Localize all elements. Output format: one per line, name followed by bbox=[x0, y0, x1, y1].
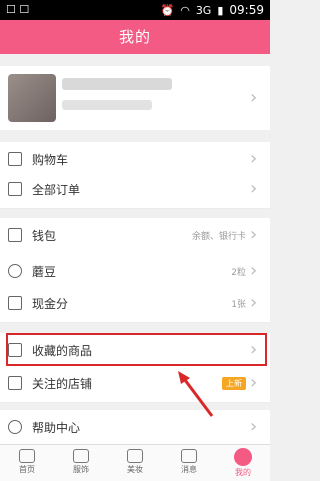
notification-icons: ☐ ☐ bbox=[6, 3, 30, 16]
user-icon bbox=[234, 448, 252, 466]
coupon-icon bbox=[8, 296, 22, 310]
menu-label: 钱包 bbox=[32, 229, 57, 243]
username-blurred bbox=[62, 78, 172, 90]
menu-label: 帮助中心 bbox=[32, 421, 81, 435]
chevron-right-icon: › bbox=[250, 372, 258, 393]
tab-label: 消息 bbox=[181, 465, 197, 474]
menu-label: 现金分 bbox=[32, 297, 69, 311]
chevron-right-icon: › bbox=[250, 178, 258, 199]
bottom-tab-bar: 首页 服饰 美妆 消息 我的 bbox=[0, 444, 270, 481]
menu-item-help[interactable]: 帮助中心 › bbox=[0, 410, 270, 447]
avatar[interactable] bbox=[8, 74, 56, 122]
tab-clothing[interactable]: 服饰 bbox=[54, 445, 108, 481]
tab-beauty[interactable]: 美妆 bbox=[108, 445, 162, 481]
bean-icon bbox=[8, 264, 22, 278]
tab-label: 我的 bbox=[235, 468, 251, 477]
chevron-right-icon: › bbox=[250, 416, 258, 437]
home-icon bbox=[19, 449, 35, 463]
menu-label: 全部订单 bbox=[32, 183, 81, 197]
menu-label: 蘑豆 bbox=[32, 265, 57, 279]
pointer-arrow-icon bbox=[178, 371, 214, 417]
new-badge: 上新 bbox=[222, 377, 246, 390]
chevron-right-icon: › bbox=[250, 148, 258, 169]
message-icon bbox=[181, 449, 197, 463]
status-bar: ☐ ☐ ⏰ ◠ 3G ▮ 09:59 bbox=[0, 0, 270, 20]
highlight-box bbox=[6, 333, 267, 366]
tab-messages[interactable]: 消息 bbox=[162, 445, 216, 481]
menu-item-wallet[interactable]: 钱包 余额、银行卡 › bbox=[0, 218, 270, 255]
menu-label: 关注的店铺 bbox=[32, 377, 93, 391]
userinfo-blurred bbox=[62, 100, 152, 110]
menu-value: 1张 bbox=[231, 300, 246, 310]
alarm-icon: ⏰ bbox=[160, 3, 175, 17]
menu-item-followed-shops[interactable]: 关注的店铺 上新 › bbox=[0, 366, 270, 403]
chevron-right-icon: › bbox=[250, 87, 258, 108]
tab-label: 服饰 bbox=[73, 465, 89, 474]
headset-icon bbox=[8, 420, 22, 434]
chevron-right-icon: › bbox=[250, 292, 258, 313]
shop-icon bbox=[8, 376, 22, 390]
menu-value: 2粒 bbox=[231, 268, 246, 278]
battery-icon: ▮ bbox=[217, 3, 224, 17]
clock: 09:59 bbox=[229, 3, 264, 17]
cart-icon bbox=[8, 152, 22, 166]
menu-value: 余额、银行卡 bbox=[191, 232, 246, 242]
network-label: 3G bbox=[195, 3, 212, 17]
tab-label: 首页 bbox=[19, 465, 35, 474]
menu-item-orders[interactable]: 全部订单 › bbox=[0, 172, 270, 209]
tab-label: 美妆 bbox=[127, 465, 143, 474]
beauty-icon bbox=[127, 449, 143, 463]
chevron-right-icon: › bbox=[250, 224, 258, 245]
tab-mine[interactable]: 我的 bbox=[216, 445, 270, 481]
menu-label: 购物车 bbox=[32, 153, 69, 167]
tab-home[interactable]: 首页 bbox=[0, 445, 54, 481]
chevron-right-icon: › bbox=[250, 260, 258, 281]
page-title: 我的 bbox=[0, 20, 270, 54]
order-list-icon bbox=[8, 182, 22, 196]
wallet-icon bbox=[8, 228, 22, 242]
profile-card[interactable]: › bbox=[0, 66, 270, 130]
shirt-icon bbox=[73, 449, 89, 463]
wifi-icon: ◠ bbox=[180, 3, 190, 17]
menu-item-cash[interactable]: 现金分 1张 › bbox=[0, 286, 270, 323]
